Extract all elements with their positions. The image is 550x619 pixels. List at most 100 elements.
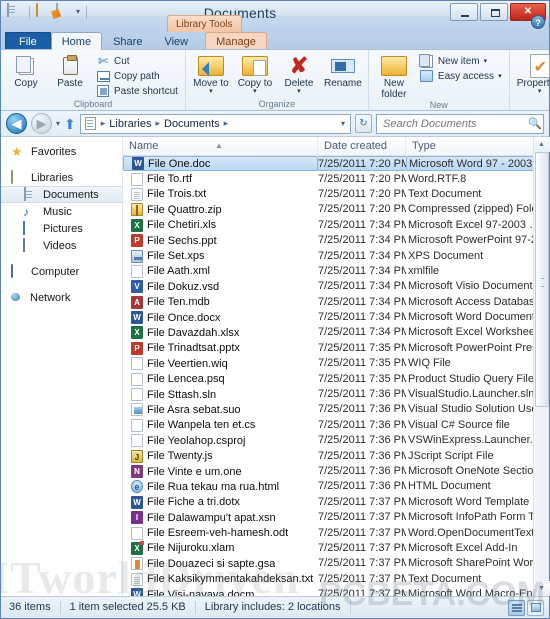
move-to-caret[interactable]: ▾: [190, 88, 232, 95]
file-name: File Trinadtsat.pptx: [147, 342, 240, 355]
cut-button[interactable]: ✄ Cut: [93, 54, 181, 68]
properties-caret[interactable]: ▾: [514, 88, 550, 95]
column-header-name[interactable]: Name ▲: [123, 136, 318, 156]
up-button[interactable]: ⬆: [64, 117, 76, 131]
table-row[interactable]: File Visi-navaya.docm 7/25/2011 7:37 PMMi…: [123, 587, 549, 596]
large-icons-view-button[interactable]: [527, 599, 544, 616]
breadcrumb-separator-1[interactable]: ▸: [154, 118, 161, 129]
table-row[interactable]: File Twenty.js 7/25/2011 7:36 PMJScript S…: [123, 448, 549, 463]
scroll-down-button[interactable]: ▼: [533, 581, 550, 596]
refresh-icon[interactable]: ↻: [355, 114, 372, 133]
tab-view[interactable]: View: [153, 32, 199, 50]
cell-type: Microsoft Access Database: [408, 295, 541, 308]
vertical-scrollbar[interactable]: ▲ ▼: [533, 137, 550, 596]
table-row[interactable]: File Chetiri.xls 7/25/2011 7:34 PMMicroso…: [123, 218, 549, 233]
breadcrumb-separator-2[interactable]: ▸: [223, 118, 230, 129]
forward-button[interactable]: ▶: [31, 113, 52, 134]
table-row[interactable]: File Esreem-veh-hamesh.odt 7/25/2011 7:37…: [123, 525, 549, 540]
easy-access-button[interactable]: Easy access ▾: [417, 69, 505, 83]
breadcrumb-documents[interactable]: Documents: [163, 118, 221, 130]
details-view-button[interactable]: [508, 599, 525, 616]
search-input[interactable]: [381, 116, 528, 131]
maximize-button[interactable]: [480, 3, 508, 21]
table-row[interactable]: File Vinte e um.one 7/25/2011 7:36 PMMicr…: [123, 464, 549, 479]
properties-button[interactable]: Properties ▾: [514, 52, 550, 95]
scrollbar-track[interactable]: [534, 152, 550, 581]
cell-date-created: 7/25/2011 7:34 PM: [318, 280, 406, 293]
search-icon[interactable]: 🔍: [528, 117, 542, 130]
breadcrumb-dropdown-caret[interactable]: ▾: [341, 119, 348, 128]
sidebar-item-computer[interactable]: Computer: [1, 263, 122, 280]
scroll-up-button[interactable]: ▲: [533, 137, 550, 152]
sidebar-item-network[interactable]: Network: [1, 289, 122, 306]
minimize-button[interactable]: [450, 3, 478, 21]
delete-caret[interactable]: ▾: [278, 88, 320, 95]
move-to-button[interactable]: Move to ▾: [190, 52, 232, 95]
breadcrumb-libraries[interactable]: Libraries: [108, 118, 152, 130]
copy-button[interactable]: Copy: [5, 52, 47, 89]
new-folder-button[interactable]: New folder: [373, 52, 415, 100]
tab-file[interactable]: File: [5, 32, 51, 50]
table-row[interactable]: File Kaksikymmentakahdeksan.txt 7/25/2011…: [123, 572, 549, 587]
table-row[interactable]: File Douazeci si sapte.gsa 7/25/2011 7:37…: [123, 556, 549, 571]
contextual-tab-library-tools[interactable]: Library Tools: [167, 15, 242, 32]
file-rows[interactable]: File One.doc7/25/2011 7:20 PMMicrosoft W…: [123, 156, 549, 596]
table-row[interactable]: File Fiche a tri.dotx 7/25/2011 7:37 PMMi…: [123, 495, 549, 510]
cell-date-created: 7/25/2011 7:36 PM: [318, 388, 406, 401]
table-row[interactable]: File Davazdah.xlsx 7/25/2011 7:34 PMMicro…: [123, 325, 549, 340]
sidebar-item-videos[interactable]: Videos: [1, 237, 122, 254]
delete-button[interactable]: ✘ Delete ▾: [278, 52, 320, 96]
column-header-date-created[interactable]: Date created: [318, 136, 406, 156]
table-row[interactable]: File Set.xps 7/25/2011 7:34 PM XPS Documen…: [123, 248, 549, 263]
table-row[interactable]: File Quattro.zip 7/25/2011 7:20 PM Compres…: [123, 202, 549, 217]
table-row[interactable]: File Dokuz.vsd 7/25/2011 7:34 PMMicrosoft…: [123, 279, 549, 294]
new-item-caret[interactable]: ▾: [484, 57, 488, 65]
rename-button[interactable]: Rename: [322, 52, 364, 89]
scrollbar-thumb[interactable]: [534, 152, 549, 407]
table-row[interactable]: File Trois.txt 7/25/2011 7:20 PM Text Docu…: [123, 187, 549, 202]
table-row[interactable]: File Aath.xml 7/25/2011 7:34 PM xmlfile: [123, 264, 549, 279]
copy-to-caret[interactable]: ▾: [234, 88, 276, 95]
table-row[interactable]: File Rua tekau ma rua.html 7/25/2011 7:36…: [123, 479, 549, 494]
table-row[interactable]: File Once.docx 7/25/2011 7:34 PMMicrosoft…: [123, 310, 549, 325]
sidebar-item-documents[interactable]: Documents: [1, 186, 122, 203]
copy-to-button[interactable]: Copy to ▾: [234, 52, 276, 95]
sidebar-item-libraries[interactable]: Libraries: [1, 169, 122, 186]
table-row[interactable]: File Veertien.wiq 7/25/2011 7:35 PM WIQ Fi…: [123, 356, 549, 371]
table-row[interactable]: File Yeolahop.csproj 7/25/2011 7:36 PM VSW…: [123, 433, 549, 448]
back-button[interactable]: ◀: [6, 113, 27, 134]
ppt-file-icon: [131, 234, 143, 248]
easy-access-caret[interactable]: ▾: [498, 72, 502, 80]
column-header-type[interactable]: Type: [406, 136, 549, 156]
cell-name: File One.doc: [123, 156, 318, 172]
new-item-button[interactable]: New item ▾: [417, 53, 505, 68]
table-row[interactable]: File Nijuroku.xlam 7/25/2011 7:37 PMMicro…: [123, 540, 549, 556]
sidebar-item-music[interactable]: ♪ Music: [1, 203, 122, 220]
table-row[interactable]: File Asra sebat.suo 7/25/2011 7:36 PM Visu…: [123, 402, 549, 417]
table-row[interactable]: File Lencea.psq 7/25/2011 7:35 PM Product …: [123, 371, 549, 386]
breadcrumb-separator-0[interactable]: ▸: [100, 118, 107, 129]
copy-path-button[interactable]: Copy path: [93, 69, 181, 83]
table-row[interactable]: File Sttash.sln 7/25/2011 7:36 PM VisualSt…: [123, 387, 549, 402]
sidebar-item-pictures[interactable]: Pictures: [1, 220, 122, 237]
paste-button[interactable]: Paste: [49, 52, 91, 89]
title-bar: ▾ Documents ✕: [1, 1, 549, 31]
table-row[interactable]: File Trinadtsat.pptx 7/25/2011 7:35 PMMic…: [123, 341, 549, 356]
rename-icon: [322, 54, 364, 78]
help-icon[interactable]: ?: [531, 15, 545, 29]
search-box[interactable]: 🔍: [376, 113, 544, 134]
table-row[interactable]: File One.doc 7/25/2011 7:20 PMMicrosoft W…: [123, 156, 549, 172]
breadcrumb[interactable]: ▸ Libraries ▸ Documents ▸ ▾: [79, 113, 351, 134]
table-row[interactable]: File Ten.mdb 7/25/2011 7:34 PMMicrosoft A…: [123, 295, 549, 310]
table-row[interactable]: File To.rtf 7/25/2011 7:20 PM Word.RTF.8: [123, 171, 549, 186]
minimize-ribbon-icon[interactable]: ⌃: [518, 17, 526, 28]
table-row[interactable]: File Wanpela ten et.cs 7/25/2011 7:36 PM V…: [123, 418, 549, 433]
tab-manage[interactable]: Manage: [205, 32, 267, 50]
table-row[interactable]: File Sechs.ppt 7/25/2011 7:34 PMMicrosoft…: [123, 233, 549, 248]
recent-locations-caret[interactable]: ▾: [56, 119, 60, 128]
paste-shortcut-button[interactable]: Paste shortcut: [93, 84, 181, 98]
tab-share[interactable]: Share: [102, 32, 153, 50]
table-row[interactable]: File Dalawampu't apat.xsn 7/25/2011 7:37 …: [123, 510, 549, 525]
sidebar-item-favorites[interactable]: ★ Favorites: [1, 143, 122, 160]
tab-home[interactable]: Home: [50, 32, 103, 50]
